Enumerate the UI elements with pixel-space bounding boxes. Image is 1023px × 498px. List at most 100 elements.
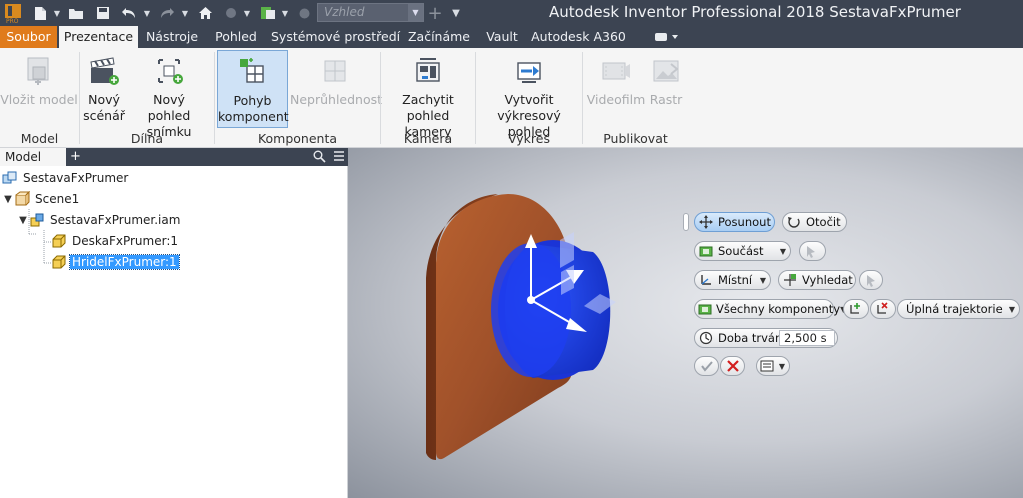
home-icon[interactable]	[196, 4, 214, 22]
model-scene[interactable]	[348, 148, 1023, 498]
capture-camera-button[interactable]: Zachytit pohled kamery	[383, 50, 473, 139]
chevron-down-icon: ▼	[408, 4, 423, 21]
insert-model-icon	[0, 50, 78, 92]
hamburger-menu-icon[interactable]	[333, 150, 345, 165]
rotate-icon	[786, 214, 802, 230]
close-icon	[725, 358, 740, 374]
trail-type-dropdown[interactable]: Úplná trajektorie ▼	[897, 299, 1020, 319]
tab-systemove-prostredi[interactable]: Systémové prostředí	[271, 26, 400, 48]
material-sphere-icon[interactable]	[222, 4, 240, 22]
duration-input[interactable]: 2,500 s	[779, 330, 835, 346]
tab-prezentace[interactable]: Prezentace	[59, 26, 138, 48]
ribbon-display-options-icon[interactable]	[654, 31, 680, 43]
redo-dropdown-icon[interactable]: ▼	[180, 4, 190, 22]
raster-button[interactable]: Rastr	[647, 50, 685, 128]
local-label: Místní	[718, 273, 753, 287]
tab-nastroje[interactable]: Nástroje	[142, 26, 202, 48]
raster-label: Rastr	[649, 92, 683, 107]
move-arrows-icon	[698, 214, 714, 230]
group-label-dilna: Dílna	[130, 131, 164, 146]
tree-label-part-deska: DeskaFxPrumer:1	[72, 234, 179, 248]
cancel-button[interactable]	[720, 356, 745, 376]
video-button[interactable]: Videofilm	[585, 50, 647, 128]
tweak-components-label-1: Pohyb	[233, 93, 272, 108]
chevron-down-icon[interactable]: ▼	[2, 194, 14, 205]
insert-model-button[interactable]: Vložit model	[0, 50, 78, 128]
create-drawing-label-1: Vytvořit	[504, 92, 554, 107]
check-icon	[699, 358, 714, 374]
locate-cursor-icon	[863, 272, 878, 288]
tree-node-assembly[interactable]: ▼ SestavaFxPrumer.iam	[17, 211, 182, 229]
tree-node-part-hridel[interactable]: HridelFxPrumer:1	[51, 253, 180, 271]
browser-tab-model[interactable]: Model	[0, 148, 66, 166]
apply-button[interactable]	[694, 356, 719, 376]
duration-label: Doba trvání	[718, 331, 786, 345]
trail-type-label: Úplná trajektorie	[906, 302, 1003, 316]
locate-button[interactable]: Vyhledat	[778, 270, 856, 290]
tab-zaciname[interactable]: Začínáme	[405, 26, 473, 48]
rotate-button[interactable]: Otočit	[782, 212, 847, 232]
opacity-button[interactable]: Neprůhlednost	[290, 50, 382, 128]
all-components-icon	[698, 301, 712, 317]
ribbon-tab-bar: Soubor Prezentace Nástroje Pohled Systém…	[0, 26, 1023, 48]
material-dropdown-icon[interactable]: ▼	[242, 4, 252, 22]
part-icon	[51, 254, 67, 270]
select-cursor-icon	[803, 243, 819, 259]
scene-icon	[14, 190, 31, 207]
save-icon[interactable]	[95, 4, 111, 22]
add-trail-button[interactable]	[843, 299, 869, 319]
undo-icon[interactable]	[120, 4, 138, 22]
new-storyboard-button[interactable]: Nový scénář	[82, 50, 126, 128]
add-browser-tab-icon[interactable]: +	[70, 148, 81, 165]
new-file-icon[interactable]	[32, 4, 48, 22]
options-dropdown[interactable]: ▼	[756, 356, 790, 376]
remove-trail-button[interactable]	[870, 299, 896, 319]
open-folder-icon[interactable]	[67, 4, 85, 22]
snapshot-view-icon	[126, 50, 212, 92]
appearance-sphere-icon[interactable]	[296, 4, 312, 22]
tab-vault[interactable]: Vault	[480, 26, 524, 48]
move-button[interactable]: Posunout	[694, 212, 775, 232]
all-components-label: Všechny komponenty	[716, 302, 841, 316]
new-snapshot-view-button[interactable]: Nový pohled snímku	[126, 50, 212, 139]
customize-toolbar-icon[interactable]: ▼	[450, 4, 462, 22]
component-icon	[698, 243, 714, 259]
locate-icon	[782, 272, 798, 288]
tree-node-scene[interactable]: ▼ Scene1	[2, 190, 81, 208]
tab-autodesk-a360[interactable]: Autodesk A360	[531, 26, 626, 48]
appearance-combo[interactable]: Vzhled ▼	[317, 3, 424, 22]
chevron-down-icon[interactable]: ▼	[17, 215, 29, 226]
tweak-components-button[interactable]: Pohyb komponent	[217, 50, 289, 128]
redo-icon[interactable]	[158, 4, 176, 22]
rotate-label: Otočit	[806, 215, 841, 229]
clock-icon	[698, 330, 714, 346]
locate-extra-button[interactable]	[859, 270, 883, 290]
all-components-dropdown[interactable]: Všechny komponenty ▼	[694, 299, 846, 319]
undo-dropdown-icon[interactable]: ▼	[142, 4, 152, 22]
chevron-down-icon: ▼	[759, 275, 766, 285]
tab-soubor[interactable]: Soubor	[0, 26, 57, 48]
group-label-komponenta: Komponenta	[257, 131, 338, 146]
assembly-file-icon	[29, 212, 45, 228]
coordinate-system-dropdown[interactable]: Místní ▼	[694, 270, 771, 290]
component-selection-dropdown[interactable]: Součást ▼	[694, 241, 791, 261]
triad-origin[interactable]	[527, 296, 535, 304]
search-icon[interactable]	[313, 150, 326, 166]
graphics-viewport[interactable]	[348, 148, 1023, 498]
new-file-dropdown-icon[interactable]: ▼	[52, 4, 62, 22]
part-icon	[51, 233, 67, 249]
svg-text:PRO: PRO	[6, 18, 19, 24]
remove-trail-icon	[874, 301, 890, 317]
tab-pohled[interactable]: Pohled	[208, 26, 264, 48]
tree-node-part-deska[interactable]: DeskaFxPrumer:1	[51, 232, 180, 250]
create-drawing-view-button[interactable]: Vytvořit výkresový pohled	[478, 50, 580, 139]
appearance-dropdown-icon[interactable]: ▼	[280, 4, 290, 22]
appearance-icon[interactable]	[258, 4, 278, 22]
select-other-button[interactable]	[799, 241, 826, 261]
group-label-model: Model	[20, 131, 59, 146]
tree-label-scene: Scene1	[35, 192, 80, 206]
plus-icon[interactable]: +	[427, 3, 443, 24]
tree-node-root[interactable]: SestavaFxPrumer	[2, 169, 130, 187]
inventor-logo-icon[interactable]: PRO	[4, 2, 22, 24]
minitoolbar-grip[interactable]	[683, 213, 689, 231]
